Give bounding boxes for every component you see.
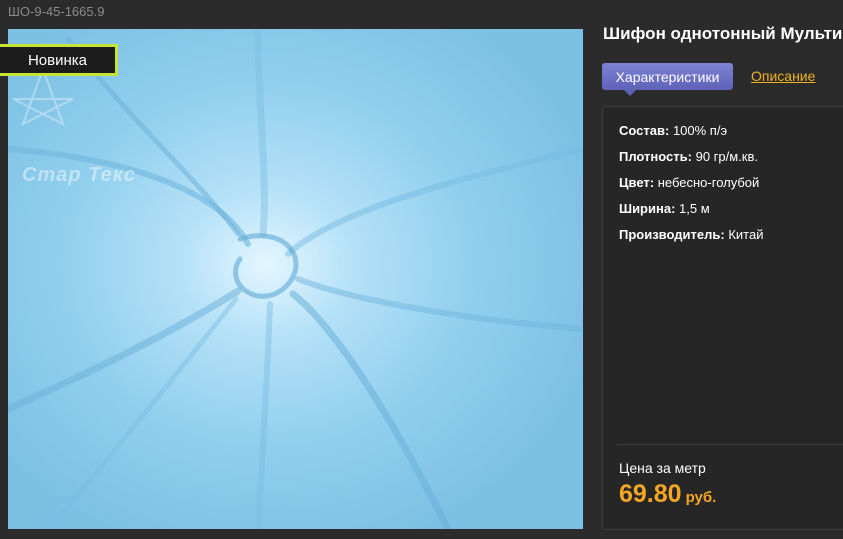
price-value: 69.80 bbox=[619, 480, 682, 508]
price-currency: руб. bbox=[685, 489, 717, 506]
price-label: Цена за метр bbox=[619, 460, 706, 476]
product-sku: ШО-9-45-1665.9 bbox=[8, 4, 105, 19]
tab-description[interactable]: Описание bbox=[751, 68, 815, 84]
divider bbox=[617, 444, 843, 445]
spec-value: Китай bbox=[728, 227, 764, 242]
spec-value: 100% п/э bbox=[672, 123, 728, 138]
product-title: Шифон однотонный Мульти bbox=[603, 24, 843, 43]
spec-value: 90 гр/м.кв. bbox=[695, 149, 759, 164]
spec-label: Состав: bbox=[619, 123, 670, 138]
spec-label: Цвет: bbox=[619, 175, 655, 190]
spec-row-width: Ширина: 1,5 м bbox=[619, 201, 763, 216]
spec-row-manufacturer: Производитель: Китай bbox=[619, 227, 763, 242]
specs-list: Состав: 100% п/э Плотность: 90 гр/м.кв. … bbox=[619, 123, 763, 253]
spec-row-density: Плотность: 90 гр/м.кв. bbox=[619, 149, 763, 164]
product-photo[interactable]: Стар Текс bbox=[8, 29, 583, 529]
new-badge: Новинка bbox=[0, 44, 118, 76]
fabric-image bbox=[8, 29, 583, 529]
specs-panel: Состав: 100% п/э Плотность: 90 гр/м.кв. … bbox=[602, 106, 843, 530]
spec-row-composition: Состав: 100% п/э bbox=[619, 123, 763, 138]
spec-label: Ширина: bbox=[619, 201, 676, 216]
tab-characteristics[interactable]: Характеристики bbox=[602, 63, 733, 96]
spec-label: Производитель: bbox=[619, 227, 725, 242]
price: 69.80 руб. bbox=[619, 480, 716, 509]
watermark-text: Стар Текс bbox=[22, 164, 136, 186]
spec-row-color: Цвет: небесно-голубой bbox=[619, 175, 763, 190]
spec-label: Плотность: bbox=[619, 149, 692, 164]
spec-value: 1,5 м bbox=[679, 201, 710, 216]
spec-value: небесно-голубой bbox=[657, 175, 760, 190]
